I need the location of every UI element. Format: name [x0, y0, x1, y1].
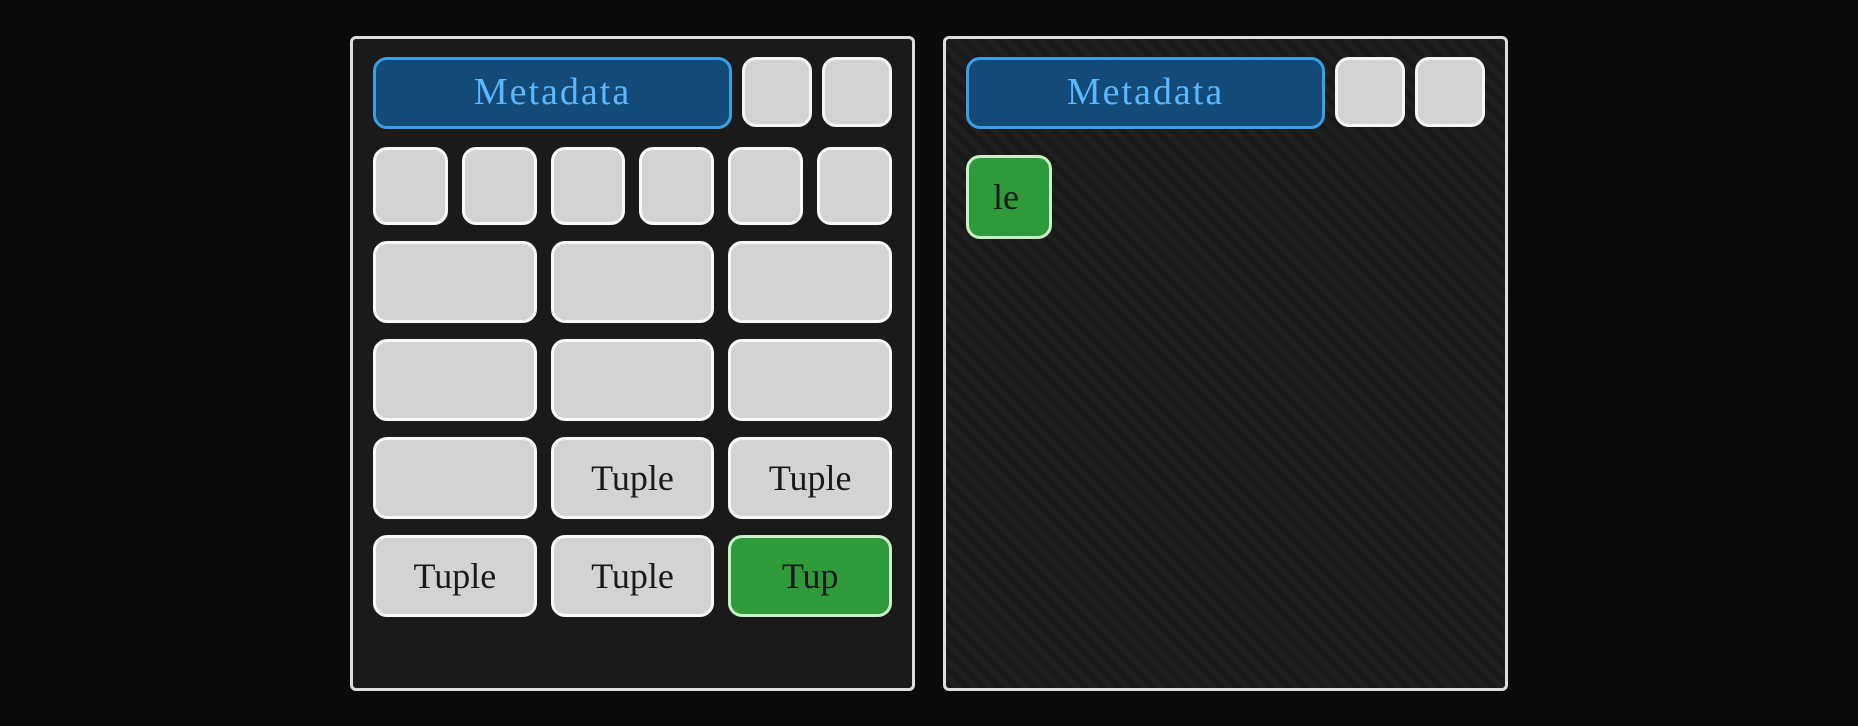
page-left-row-1	[373, 147, 892, 225]
page-left: Metadata Tuple Tuple T	[350, 36, 915, 691]
tuple-slot: Tuple	[728, 437, 892, 519]
slot	[373, 241, 537, 323]
slot	[551, 339, 715, 421]
page-left-row-3	[373, 339, 892, 421]
page-right-header: Metadata	[966, 57, 1485, 129]
page-left-row-2	[373, 241, 892, 323]
slot	[728, 339, 892, 421]
slot	[373, 147, 448, 225]
metadata-bar-left: Metadata	[373, 57, 732, 129]
slot	[817, 147, 892, 225]
tuple-slot: Tuple	[551, 535, 715, 617]
page-right-body: le	[966, 147, 1485, 239]
page-left-row-4: Tuple Tuple	[373, 437, 892, 519]
header-slot-right-2	[1415, 57, 1485, 127]
header-slot-left-1	[742, 57, 812, 127]
tuple-slot-spanning-start: Tup	[728, 535, 892, 617]
slot	[551, 147, 626, 225]
slot	[373, 437, 537, 519]
diagram-stage: Metadata Tuple Tuple T	[0, 0, 1858, 726]
tuple-slot-spanning-end: le	[966, 155, 1052, 239]
page-left-header: Metadata	[373, 57, 892, 129]
slot	[551, 241, 715, 323]
header-slot-right-1	[1335, 57, 1405, 127]
slot	[728, 147, 803, 225]
slot	[373, 339, 537, 421]
tuple-slot: Tuple	[373, 535, 537, 617]
page-left-row-5: Tuple Tuple Tup	[373, 535, 892, 617]
slot	[728, 241, 892, 323]
page-right: Metadata le	[943, 36, 1508, 691]
slot	[639, 147, 714, 225]
slot	[462, 147, 537, 225]
metadata-bar-right: Metadata	[966, 57, 1325, 129]
header-slot-left-2	[822, 57, 892, 127]
tuple-slot: Tuple	[551, 437, 715, 519]
